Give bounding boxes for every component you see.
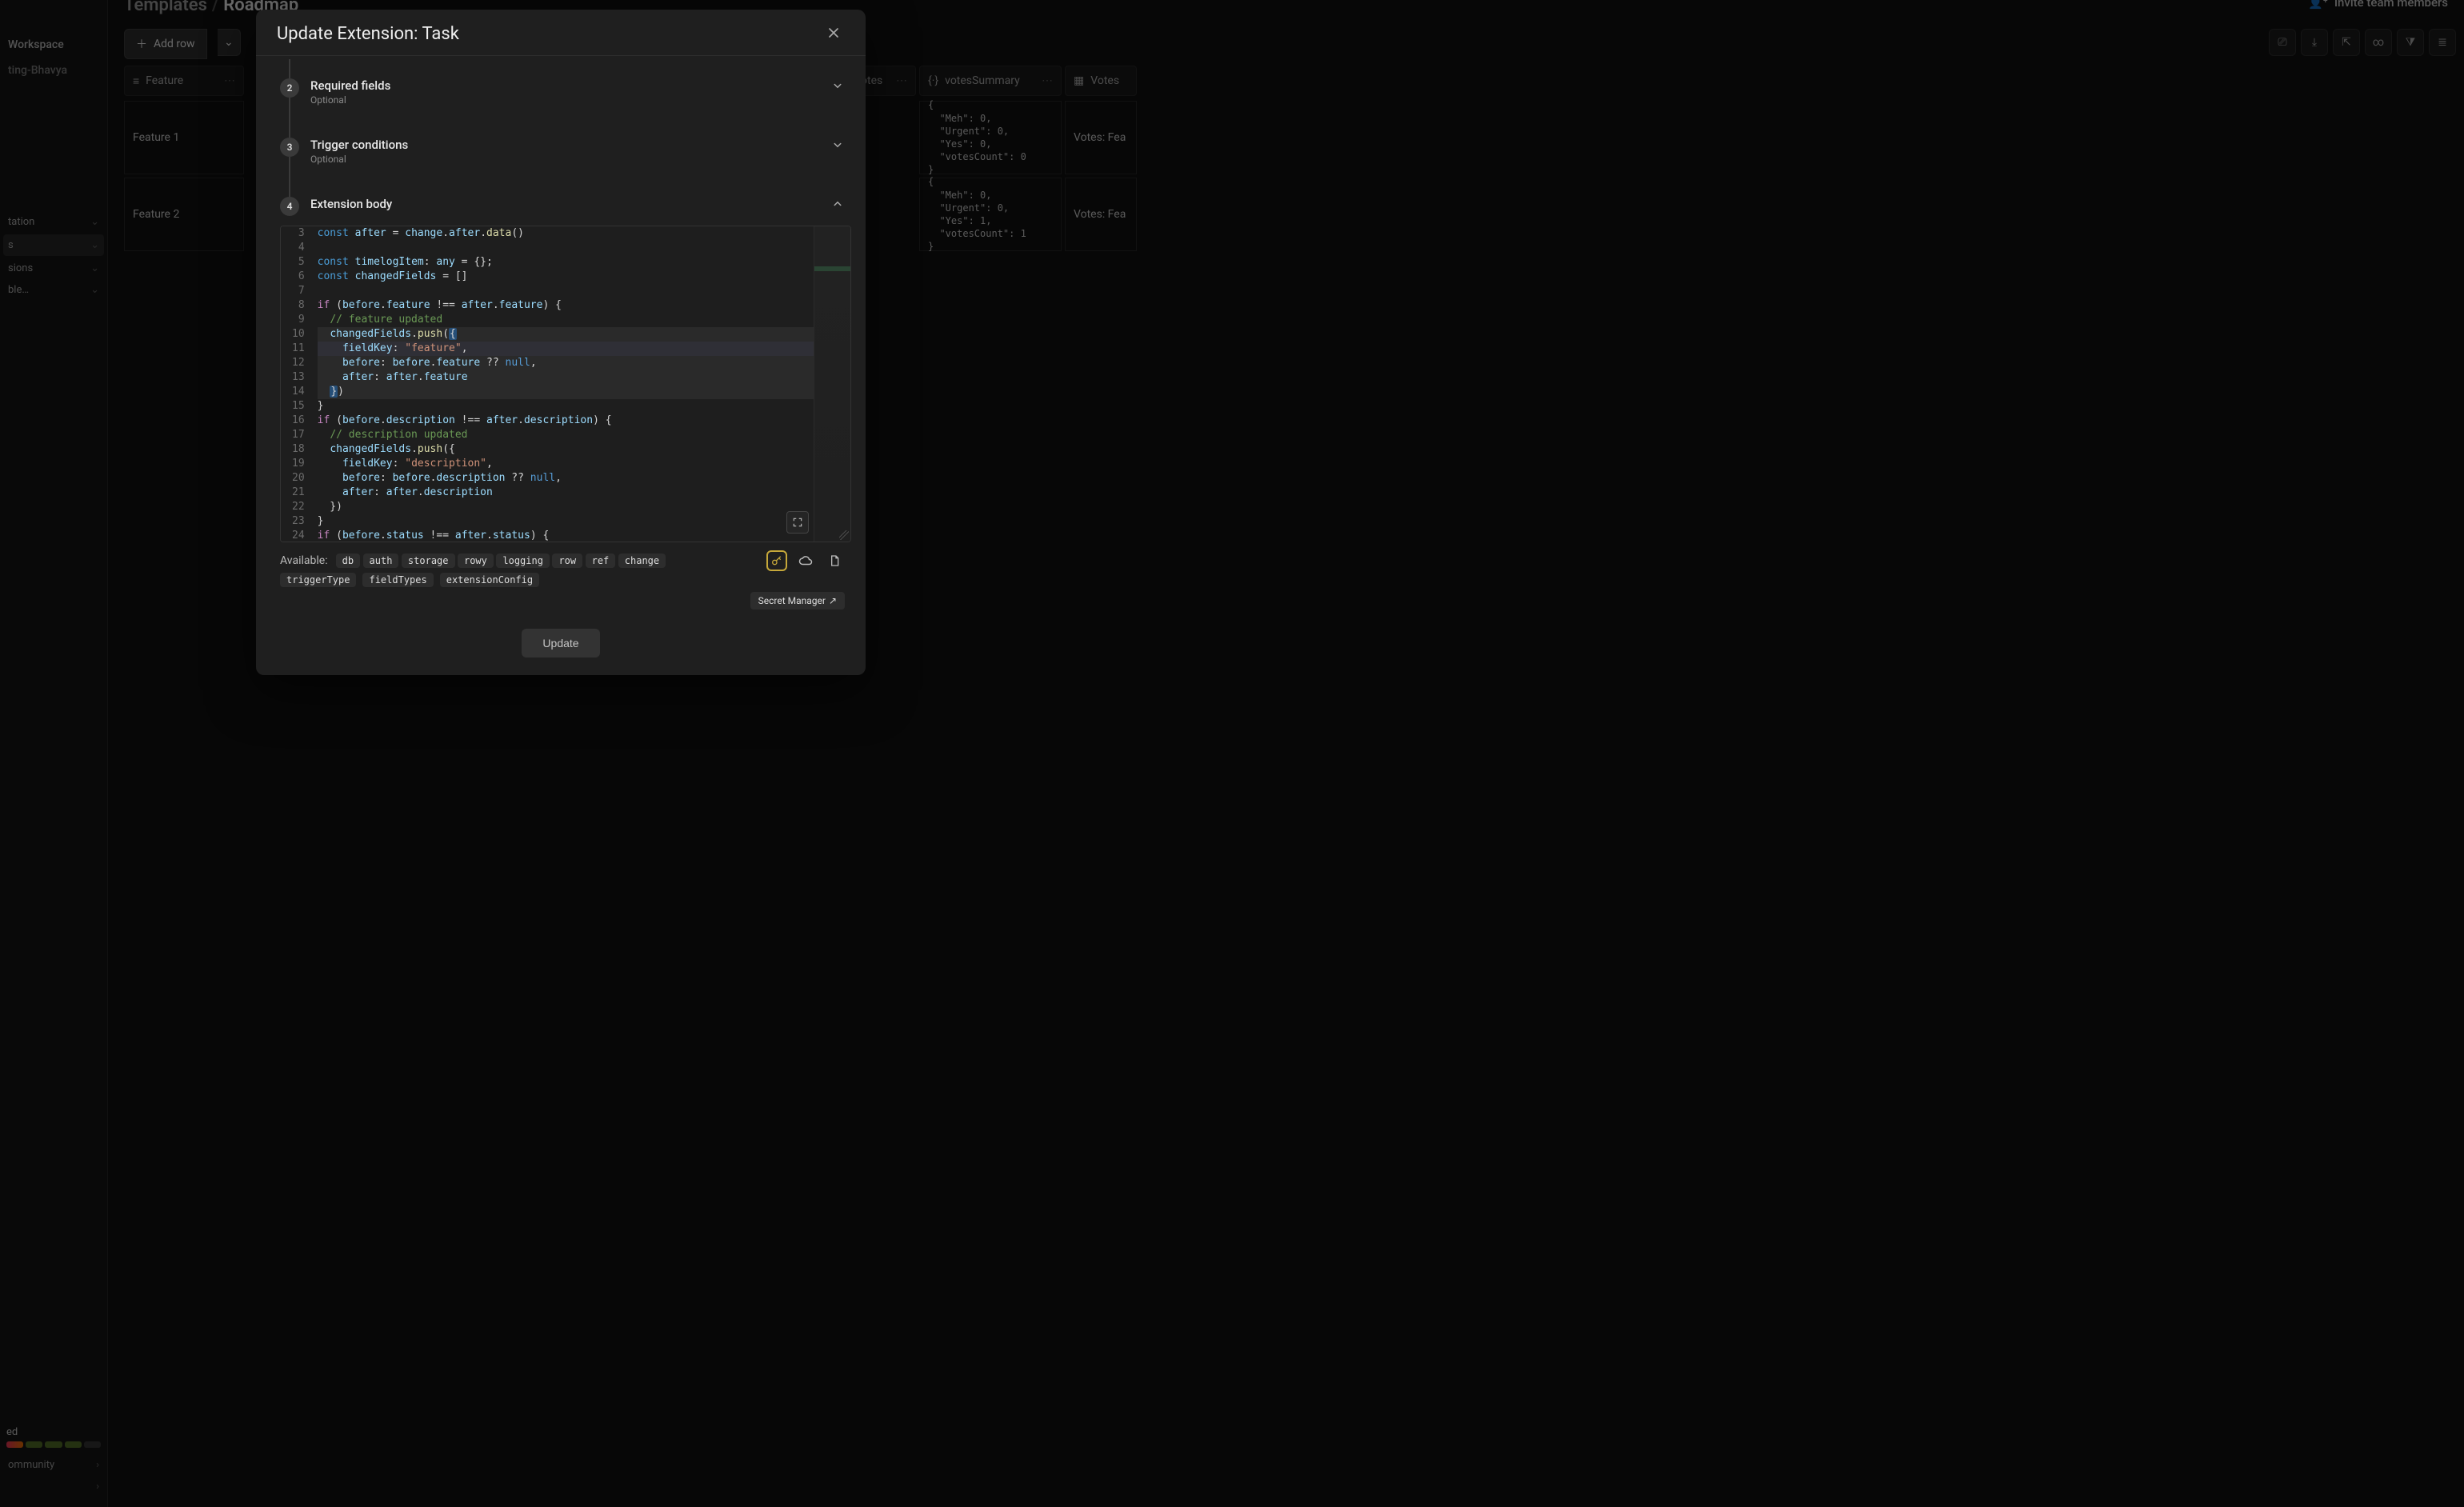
code-editor[interactable]: 3456789101112131415161718192021222324 co… [280,226,851,542]
available-chip-extensionConfig[interactable]: extensionConfig [440,573,539,587]
available-chip-logging[interactable]: logging [496,554,550,568]
code-area[interactable]: const after = change.after.data() const … [313,226,850,542]
external-link-icon: ↗ [829,595,837,606]
step-required-fields[interactable]: 2 Required fields Optional [256,70,866,114]
update-extension-modal: Update Extension: Task 2 Required fields… [256,10,866,675]
step-title: Extension body [310,197,819,211]
modal-body: 2 Required fields Optional 3 Trigger con… [256,56,866,618]
available-chip-change[interactable]: change [618,554,666,568]
available-label: Available: [280,554,328,567]
document-icon[interactable] [824,550,845,571]
available-chip-storage[interactable]: storage [402,554,455,568]
available-row: Available: db auth storage rowy logging … [256,542,866,573]
close-button[interactable] [826,25,845,44]
modal-title: Update Extension: Task [277,24,459,44]
step-trigger-conditions[interactable]: 3 Trigger conditions Optional [256,130,866,173]
chevron-down-icon [830,138,845,152]
fullscreen-button[interactable] [786,511,809,534]
available-chip-triggerType[interactable]: triggerType [280,573,356,587]
resize-handle[interactable] [839,530,849,540]
close-icon [826,25,842,41]
chevron-down-icon [830,78,845,93]
step-extension-body[interactable]: 4 Extension body [256,189,866,224]
line-gutter: 3456789101112131415161718192021222324 [281,226,313,542]
step-title: Required fields [310,78,819,93]
minimap[interactable] [814,226,850,542]
modal-header: Update Extension: Task [256,10,866,56]
available-chip-row[interactable]: row [552,554,582,568]
step-number: 2 [280,78,299,98]
step-title: Trigger conditions [310,138,819,152]
step-number: 4 [280,197,299,216]
step-subtitle: Optional [310,154,819,165]
cloud-icon[interactable] [795,550,816,571]
secret-manager-link[interactable]: Secret Manager ↗ [750,592,845,610]
key-icon[interactable] [766,550,787,571]
update-button[interactable]: Update [522,629,599,658]
available-chip-ref[interactable]: ref [586,554,616,568]
secret-manager-label: Secret Manager [758,595,826,606]
available-chip-fieldTypes[interactable]: fieldTypes [362,573,433,587]
available-chip-auth[interactable]: auth [363,554,399,568]
step-subtitle: Optional [310,94,819,106]
available-row-2: triggerType fieldTypes extensionConfig [256,573,866,589]
available-chip-rowy[interactable]: rowy [458,554,494,568]
modal-footer: Update [256,618,866,675]
fullscreen-icon [792,517,803,528]
step-number: 3 [280,138,299,157]
chevron-up-icon [830,197,845,211]
available-chip-db[interactable]: db [336,554,360,568]
